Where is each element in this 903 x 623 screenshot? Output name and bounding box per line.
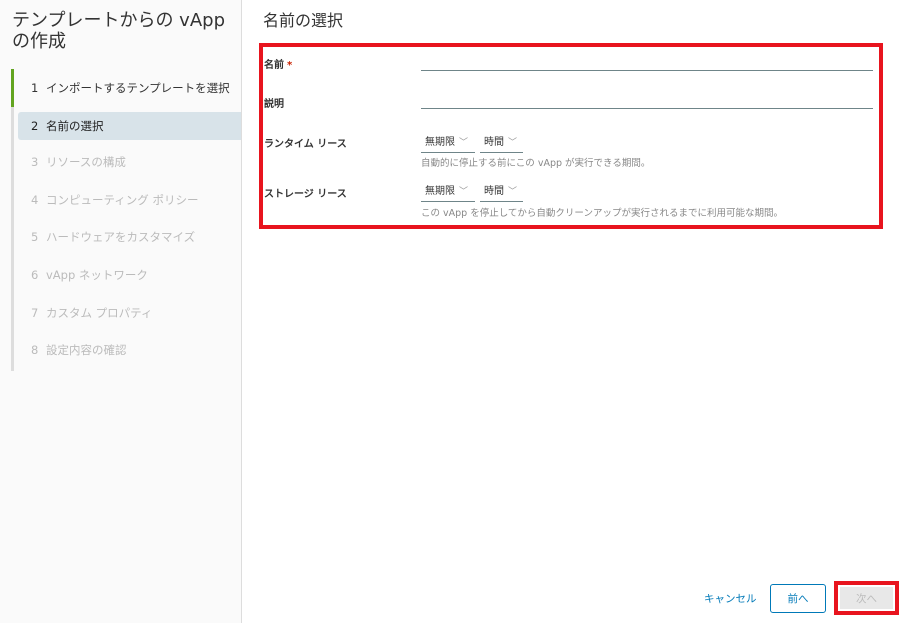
step-3: 3 リソースの構成 [18,148,241,176]
runtime-lease-unit: 時間 [484,137,504,148]
wizard-title: テンプレートからの vApp の作成 [12,10,225,52]
storage-lease-value: 無期限 [425,186,455,197]
step-label: ハードウェアをカスタマイズ [46,230,196,244]
step-progress-complete [11,69,14,107]
description-label: 説明 [264,99,284,110]
step-5: 5 ハードウェアをカスタマイズ [18,223,241,251]
step-7: 7 カスタム プロパティ [18,299,241,327]
name-label-text: 名前 [264,60,284,71]
step-number: 5 [31,230,39,244]
back-button[interactable]: 前へ [770,584,826,613]
step-number: 4 [31,193,39,207]
step-number: 8 [31,343,39,357]
chevron-down-icon: ﹀ [508,187,518,197]
step-label: 名前の選択 [46,119,104,133]
wizard-sidebar: テンプレートからの vApp の作成 1 インポートするテンプレートを選択 2 名前… [0,0,242,623]
storage-lease-unit-select[interactable]: 時間 ﹀ [480,184,523,202]
description-input[interactable] [421,87,873,109]
step-number: 6 [31,268,39,282]
next-button-highlight: 次へ [834,581,899,615]
name-form: 名前 * 説明 ランタイム リース 無期限 ﹀ 時間 ﹀ 自動的に停止する前にこの v… [259,43,883,229]
step-label: リソースの構成 [46,155,126,169]
page-title: 名前の選択 [263,11,344,30]
step-label: 設定内容の確認 [46,343,127,357]
step-number: 3 [31,155,39,169]
name-label: 名前 * [264,56,292,71]
storage-lease-select[interactable]: 無期限 ﹀ [421,184,475,202]
name-input[interactable] [421,49,873,71]
step-number: 7 [31,306,39,320]
storage-lease-unit: 時間 [484,186,504,197]
runtime-lease-label: ランタイム リース [264,139,347,150]
storage-lease-label: ストレージ リース [264,189,347,200]
step-label: vApp ネットワーク [46,268,148,282]
storage-lease-help: この vApp を停止してから自動クリーンアップが実行されるまでに利用可能な期間… [421,208,783,219]
chevron-down-icon: ﹀ [508,138,518,148]
step-number: 1 [31,81,39,95]
step-number: 2 [31,119,39,133]
runtime-lease-value: 無期限 [425,137,455,148]
step-1[interactable]: 1 インポートするテンプレートを選択 [18,74,241,102]
runtime-lease-help: 自動的に停止する前にこの vApp が実行できる期間。 [421,158,651,169]
step-progress-track [11,69,14,371]
step-label: カスタム プロパティ [46,306,153,320]
step-label: インポートするテンプレートを選択 [46,81,230,95]
runtime-lease-unit-select[interactable]: 時間 ﹀ [480,135,523,153]
cancel-button[interactable]: キャンセル [704,591,757,606]
runtime-lease-select[interactable]: 無期限 ﹀ [421,135,475,153]
step-label: コンピューティング ポリシー [46,193,199,207]
step-6: 6 vApp ネットワーク [18,261,241,289]
chevron-down-icon: ﹀ [459,138,469,148]
step-4: 4 コンピューティング ポリシー [18,186,241,214]
next-button[interactable]: 次へ [840,587,893,609]
chevron-down-icon: ﹀ [459,187,469,197]
required-marker: * [287,60,293,71]
step-2[interactable]: 2 名前の選択 [18,112,241,140]
step-8: 8 設定内容の確認 [18,336,241,364]
